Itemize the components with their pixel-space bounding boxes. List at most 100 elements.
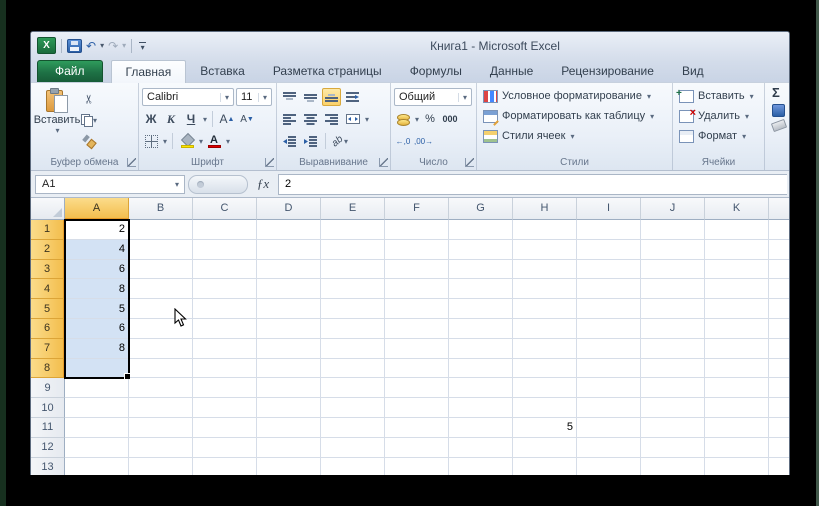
cell-I6[interactable]	[577, 318, 641, 339]
cell-B1[interactable]	[129, 220, 193, 240]
font-color-dropdown-icon[interactable]: ▾	[226, 137, 230, 146]
cell-I8[interactable]	[577, 358, 641, 379]
cell-D9[interactable]	[257, 378, 321, 399]
cell-B13[interactable]	[129, 457, 193, 475]
fill-color-button[interactable]	[178, 132, 196, 150]
cell-D3[interactable]	[257, 259, 321, 280]
cell-B5[interactable]	[129, 299, 193, 319]
number-format-select[interactable]: Общий ▾	[394, 88, 472, 106]
cell-partial-3[interactable]	[769, 259, 789, 280]
paste-dropdown-icon[interactable]: ▾	[55, 126, 59, 135]
paste-button[interactable]: Вставить ▾	[34, 86, 80, 155]
cell-B6[interactable]	[129, 318, 193, 339]
cell-A11[interactable]	[65, 417, 129, 438]
accounting-dropdown-icon[interactable]: ▾	[415, 115, 419, 124]
cell-D10[interactable]	[257, 398, 321, 418]
cell-D5[interactable]	[257, 299, 321, 319]
column-header-partial[interactable]	[769, 198, 789, 220]
cell-A8[interactable]	[65, 358, 129, 379]
cell-B4[interactable]	[129, 279, 193, 300]
cell-H13[interactable]	[513, 457, 577, 475]
cell-H5[interactable]	[513, 299, 577, 319]
font-family-select[interactable]: Calibri ▾	[142, 88, 234, 106]
chevron-down-icon[interactable]: ▾	[220, 92, 233, 102]
tab-file[interactable]: Файл	[37, 60, 103, 82]
cell-A9[interactable]	[65, 378, 129, 399]
chevron-down-icon[interactable]: ▾	[258, 92, 271, 102]
undo-dropdown-icon[interactable]: ▾	[100, 41, 104, 50]
cell-K3[interactable]	[705, 259, 769, 280]
cell-D11[interactable]	[257, 417, 321, 438]
cell-F2[interactable]	[385, 239, 449, 260]
cell-H12[interactable]	[513, 437, 577, 458]
cell-partial-7[interactable]	[769, 338, 789, 359]
cell-F11[interactable]	[385, 417, 449, 438]
cell-C8[interactable]	[193, 358, 257, 379]
cell-H6[interactable]	[513, 318, 577, 339]
fill-handle[interactable]	[124, 373, 130, 380]
customize-qat-icon[interactable]: ▾	[139, 41, 147, 51]
cell-C11[interactable]	[193, 417, 257, 438]
copy-dropdown-icon[interactable]: ▾	[93, 116, 97, 125]
cell-A10[interactable]	[65, 398, 129, 418]
cell-D2[interactable]	[257, 239, 321, 260]
cell-I3[interactable]	[577, 259, 641, 280]
cell-K5[interactable]	[705, 299, 769, 319]
merge-center-button[interactable]	[343, 110, 362, 128]
cell-J10[interactable]	[641, 398, 705, 418]
row-header-2[interactable]: 2	[31, 239, 65, 260]
column-header-I[interactable]: I	[577, 198, 641, 220]
align-top-button[interactable]	[280, 88, 299, 106]
cell-J5[interactable]	[641, 299, 705, 319]
cell-A13[interactable]	[65, 457, 129, 475]
cell-C6[interactable]	[193, 318, 257, 339]
cell-C10[interactable]	[193, 398, 257, 418]
row-header-8[interactable]: 8	[31, 358, 65, 379]
cell-E11[interactable]	[321, 417, 385, 438]
cell-partial-5[interactable]	[769, 299, 789, 319]
accounting-format-button[interactable]	[394, 110, 412, 128]
cell-C13[interactable]	[193, 457, 257, 475]
autosum-icon[interactable]: Σ	[772, 86, 780, 100]
cell-G5[interactable]	[449, 299, 513, 319]
cell-D8[interactable]	[257, 358, 321, 379]
cell-I4[interactable]	[577, 279, 641, 300]
row-header-1[interactable]: 1	[31, 220, 65, 240]
cell-J8[interactable]	[641, 358, 705, 379]
bold-button[interactable]: Ж	[142, 110, 160, 128]
italic-button[interactable]: К	[162, 110, 180, 128]
save-icon[interactable]	[67, 38, 82, 53]
cell-J12[interactable]	[641, 437, 705, 458]
cell-F5[interactable]	[385, 299, 449, 319]
cell-J3[interactable]	[641, 259, 705, 280]
shrink-font-button[interactable]: А ▼	[238, 110, 256, 128]
cell-K8[interactable]	[705, 358, 769, 379]
formula-bar-handle[interactable]	[188, 174, 248, 194]
cell-D7[interactable]	[257, 338, 321, 359]
cell-J6[interactable]	[641, 318, 705, 339]
undo-icon[interactable]: ↶	[85, 38, 97, 54]
cell-I12[interactable]	[577, 437, 641, 458]
cell-C2[interactable]	[193, 239, 257, 260]
cell-G8[interactable]	[449, 358, 513, 379]
cell-D12[interactable]	[257, 437, 321, 458]
cell-E5[interactable]	[321, 299, 385, 319]
cell-C3[interactable]	[193, 259, 257, 280]
cell-H1[interactable]	[513, 220, 577, 240]
format-painter-button[interactable]	[80, 132, 98, 150]
cell-H8[interactable]	[513, 358, 577, 379]
fill-color-dropdown-icon[interactable]: ▾	[199, 137, 203, 146]
row-header-9[interactable]: 9	[31, 378, 65, 399]
cell-F9[interactable]	[385, 378, 449, 399]
format-cells-button[interactable]: Формат ▾	[679, 126, 761, 146]
cell-J9[interactable]	[641, 378, 705, 399]
cell-partial-4[interactable]	[769, 279, 789, 300]
row-header-6[interactable]: 6	[31, 318, 65, 339]
cell-E12[interactable]	[321, 437, 385, 458]
wrap-text-button[interactable]	[343, 88, 362, 106]
column-header-A[interactable]: A	[65, 198, 129, 220]
chevron-down-icon[interactable]: ▾	[458, 92, 471, 102]
select-all-button[interactable]	[31, 198, 65, 220]
cell-K12[interactable]	[705, 437, 769, 458]
cell-K7[interactable]	[705, 338, 769, 359]
